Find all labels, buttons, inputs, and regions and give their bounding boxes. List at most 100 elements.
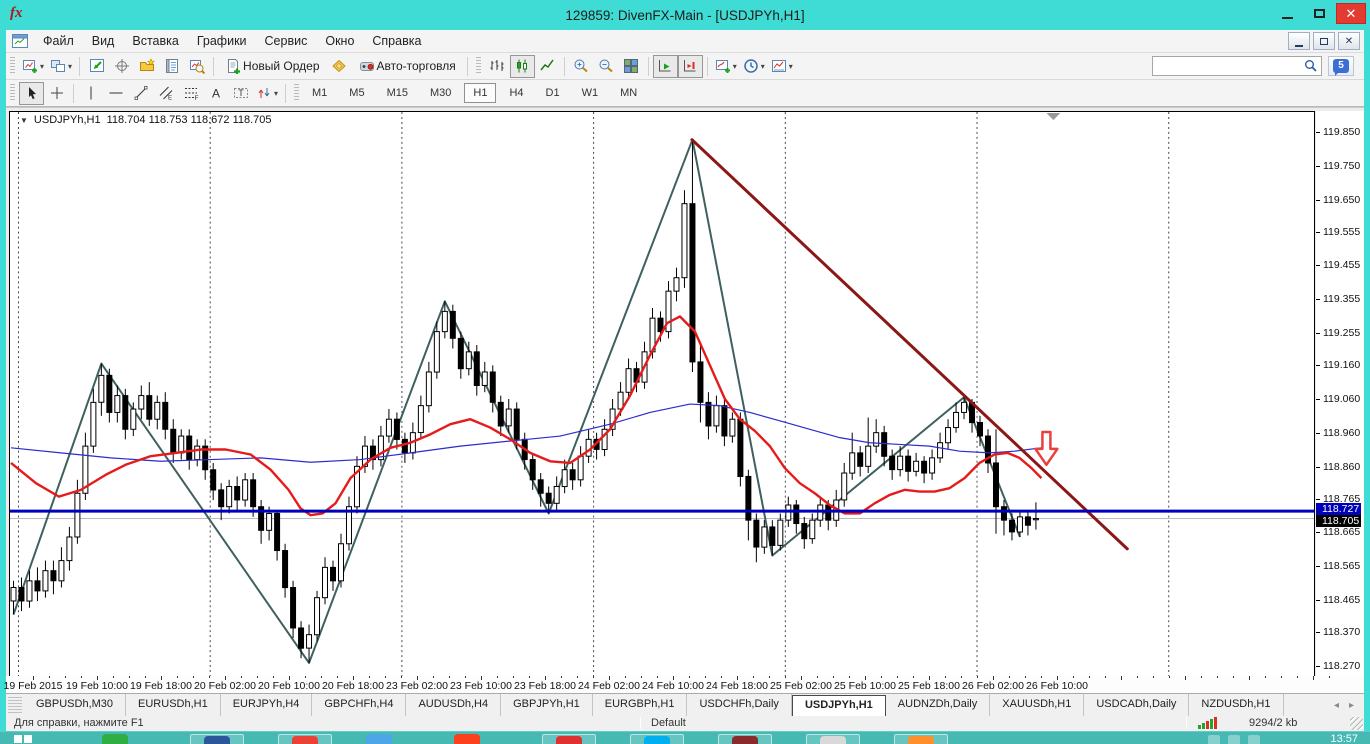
navigator-button[interactable]	[134, 55, 159, 78]
menu-item-1[interactable]: Файл	[34, 32, 83, 50]
minimize-button[interactable]	[1272, 3, 1302, 24]
chart-header[interactable]: ▼ USDJPYh,H1 118.704 118.753 118.672 118…	[20, 114, 272, 126]
mdi-restore-button[interactable]	[1313, 32, 1335, 50]
taskbar-app-app-dark-red-icon[interactable]	[718, 734, 772, 744]
chart-ohlc-values: 118.704 118.753 118.672 118.705	[106, 114, 272, 126]
new-chart-button[interactable]: ▾	[19, 55, 47, 78]
taskbar-app-app-red-x-icon[interactable]	[542, 734, 596, 744]
taskbar-app-app-light-icon[interactable]	[806, 734, 860, 744]
taskbar-app-chrome-icon[interactable]	[278, 734, 332, 744]
strategy-tester-button[interactable]	[184, 55, 209, 78]
crosshair-tool-button[interactable]	[44, 82, 69, 105]
chart-tab-audnzdh[interactable]: AUDNZDh,Daily	[886, 694, 991, 716]
vertical-line-tool-button[interactable]	[78, 82, 103, 105]
chart-tab-usdjpyh[interactable]: USDJPYh,H1	[791, 695, 886, 716]
toolbar-grip[interactable]	[475, 57, 481, 75]
window-titlebar[interactable]: fx 129859: DivenFX-Main - [USDJPYh,H1] ✕	[0, 0, 1370, 30]
menu-item-3[interactable]: Вставка	[123, 32, 187, 50]
market-watch-button[interactable]	[84, 55, 109, 78]
resize-grip[interactable]	[1350, 717, 1363, 730]
maximize-button[interactable]	[1304, 3, 1334, 24]
close-button[interactable]: ✕	[1336, 3, 1366, 24]
menu-item-4[interactable]: Графики	[188, 32, 256, 50]
templates-button[interactable]: ▾	[768, 55, 796, 78]
taskbar-app-skype-icon[interactable]	[630, 734, 684, 744]
timeframe-m30-button[interactable]: M30	[421, 83, 460, 103]
status-profile-label[interactable]: Default	[651, 717, 686, 729]
chart-tab-usdchfh[interactable]: USDCHFh,Daily	[687, 694, 792, 716]
toolbar-grip[interactable]	[10, 57, 15, 75]
search-input[interactable]	[1153, 58, 1304, 74]
taskbar-clock[interactable]: 13:57	[1330, 733, 1358, 744]
horizontal-line-tool-button[interactable]	[103, 82, 128, 105]
zoom-in-button[interactable]	[569, 55, 594, 78]
menu-item-5[interactable]: Сервис	[256, 32, 317, 50]
price-axis[interactable]: 118.727 118.705 119.850 119.750 119.650 119…	[1316, 111, 1364, 677]
text-label-tool-button[interactable]: T	[228, 82, 253, 105]
new-order-button[interactable]: Новый Ордер	[218, 55, 326, 78]
toolbar-grip[interactable]	[10, 84, 15, 102]
fibonacci-icon: F	[184, 88, 198, 101]
equidistant-channel-tool-button[interactable]: E	[153, 82, 178, 105]
chart-tab-gbpjpyh[interactable]: GBPJPYh,H1	[501, 694, 593, 716]
taskbar-app-app-blue-icon[interactable]	[366, 734, 392, 744]
metaeditor-button[interactable]	[327, 55, 352, 78]
timeframe-m5-button[interactable]: M5	[340, 83, 373, 103]
mdi-minimize-button[interactable]	[1288, 32, 1310, 50]
fibonacci-tool-button[interactable]: F	[178, 82, 203, 105]
time-axis[interactable]: 19 Feb 2015 19 Feb 10:00 19 Feb 18:00 20 Fe…	[4, 676, 1364, 693]
timeframe-m1-button[interactable]: M1	[303, 83, 336, 103]
chart-tab-eurgbph[interactable]: EURGBPh,H1	[593, 694, 688, 716]
chart-tab-audusdh[interactable]: AUDUSDh,H4	[406, 694, 502, 716]
taskbar-app-windows-start-icon[interactable]	[14, 735, 32, 744]
cursor-tool-button[interactable]	[19, 81, 44, 105]
tray-icon[interactable]	[1248, 735, 1260, 744]
data-window-button[interactable]	[109, 55, 134, 78]
chart-shift-button[interactable]	[677, 54, 703, 78]
terminal-button[interactable]	[159, 55, 184, 78]
chart-tab-gbpchfh[interactable]: GBPCHFh,H4	[312, 694, 407, 716]
indicators-button[interactable]: ▾	[712, 55, 740, 78]
timeframe-h4-button[interactable]: H4	[500, 83, 532, 103]
auto-scroll-button[interactable]	[652, 54, 678, 78]
arrows-tool-button[interactable]: ▾	[253, 82, 281, 105]
timeframe-m15-button[interactable]: M15	[378, 83, 417, 103]
toolbar-grip[interactable]	[294, 84, 300, 102]
tray-icon[interactable]	[1228, 735, 1240, 744]
taskbar-app-app-orange-icon[interactable]	[894, 734, 948, 744]
autotrading-button[interactable]: Авто-торговля	[352, 55, 463, 78]
notifications-button[interactable]: 5	[1328, 56, 1354, 76]
zoom-out-button[interactable]	[594, 55, 619, 78]
profiles-button[interactable]: ▾	[47, 55, 75, 78]
periods-button[interactable]: ▾	[740, 55, 768, 78]
taskbar-app-word-blue-icon[interactable]	[190, 734, 244, 744]
mdi-close-button[interactable]: ✕	[1338, 32, 1360, 50]
chart-tab-usdcadh[interactable]: USDCADh,Daily	[1084, 694, 1190, 716]
timeframe-d1-button[interactable]: D1	[537, 83, 569, 103]
chart-tab-xauusdh[interactable]: XAUUSDh,H1	[990, 694, 1085, 716]
text-tool-button[interactable]: A	[203, 82, 228, 105]
chart-tab-eurusdh[interactable]: EURUSDh,H1	[126, 694, 221, 716]
menu-item-7[interactable]: Справка	[363, 32, 430, 50]
timeframe-mn-button[interactable]: MN	[611, 83, 646, 103]
search-icon[interactable]	[1304, 59, 1318, 73]
timeframe-w1-button[interactable]: W1	[573, 83, 608, 103]
candlestick-chart-button[interactable]	[509, 54, 535, 78]
windows-taskbar[interactable]: 13:57	[0, 731, 1370, 744]
line-chart-button[interactable]	[535, 55, 560, 78]
menu-item-6[interactable]: Окно	[316, 32, 363, 50]
chart-tab-nzdusdh[interactable]: NZDUSDh,H1	[1189, 694, 1284, 716]
tabs-scroll-left-button[interactable]: ◂	[1330, 699, 1343, 712]
menu-item-2[interactable]: Вид	[83, 32, 124, 50]
chart-tab-eurjpyh[interactable]: EURJPYh,H4	[221, 694, 313, 716]
chart-tab-gbpusdh[interactable]: GBPUSDh,M30	[24, 694, 127, 716]
tabs-scroll-right-button[interactable]: ▸	[1345, 699, 1358, 712]
price-chart-canvas[interactable]	[9, 111, 1315, 677]
tray-icon[interactable]	[1208, 735, 1220, 744]
bar-chart-button[interactable]	[485, 55, 510, 78]
timeframe-h1-button[interactable]: H1	[464, 83, 497, 103]
tile-windows-button[interactable]	[619, 55, 644, 78]
taskbar-app-yandex-red-icon[interactable]	[454, 734, 480, 744]
trend-line-tool-button[interactable]	[128, 82, 153, 105]
taskbar-app-app-store-green-icon[interactable]	[102, 734, 128, 744]
